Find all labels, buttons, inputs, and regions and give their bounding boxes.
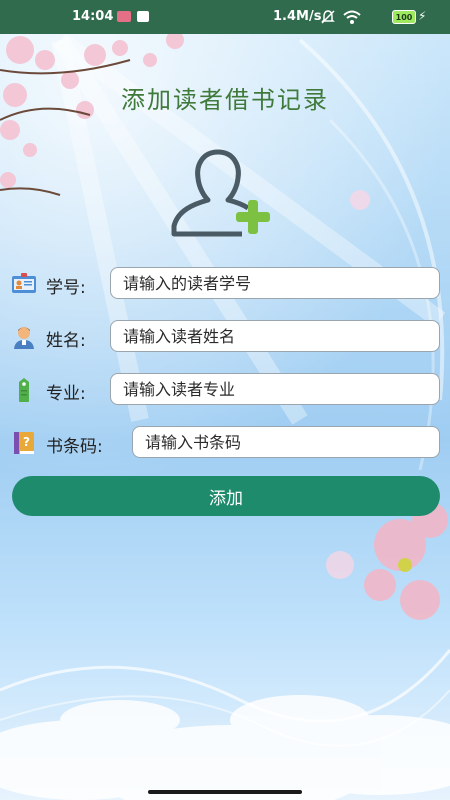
add-button[interactable]: 添加	[12, 476, 440, 516]
notification-settings-icon	[137, 11, 149, 22]
green-tag-icon	[19, 378, 29, 402]
status-bar: 14:04 1.4M/s 100 ⚡	[0, 0, 450, 34]
wifi-icon	[343, 10, 361, 24]
student-id-label: 学号:	[46, 278, 86, 298]
person-icon	[14, 327, 34, 349]
student-id-input[interactable]	[110, 267, 440, 299]
network-speed: 1.4M/s	[273, 9, 322, 24]
major-input[interactable]	[110, 373, 440, 405]
battery-icon: 100	[392, 10, 416, 24]
form-row-name: 姓名:	[10, 320, 440, 354]
name-input[interactable]	[110, 320, 440, 352]
charging-icon: ⚡	[418, 9, 427, 23]
form-row-barcode: ? 书条码:	[10, 426, 440, 460]
barcode-input[interactable]	[132, 426, 440, 458]
svg-text:?: ?	[23, 435, 30, 449]
name-label: 姓名:	[46, 331, 86, 351]
app-screen: 14:04 1.4M/s 100 ⚡ 添加读者借书记录 学号: 请输入的读者学号…	[0, 0, 450, 800]
book-question-icon: ?	[14, 432, 34, 454]
form-row-student-id: 学号:	[10, 267, 440, 301]
barcode-label: 书条码:	[46, 437, 103, 457]
mute-icon	[321, 10, 335, 24]
student-id-card-icon	[12, 273, 36, 293]
notification-app-icon	[117, 11, 131, 22]
add-user-icon	[168, 146, 284, 238]
home-indicator[interactable]	[148, 790, 302, 794]
form-row-major: 专业:	[10, 373, 440, 407]
major-label: 专业:	[46, 384, 86, 404]
status-time: 14:04	[72, 9, 114, 24]
page-title: 添加读者借书记录	[121, 86, 329, 114]
status-icons	[320, 8, 362, 26]
